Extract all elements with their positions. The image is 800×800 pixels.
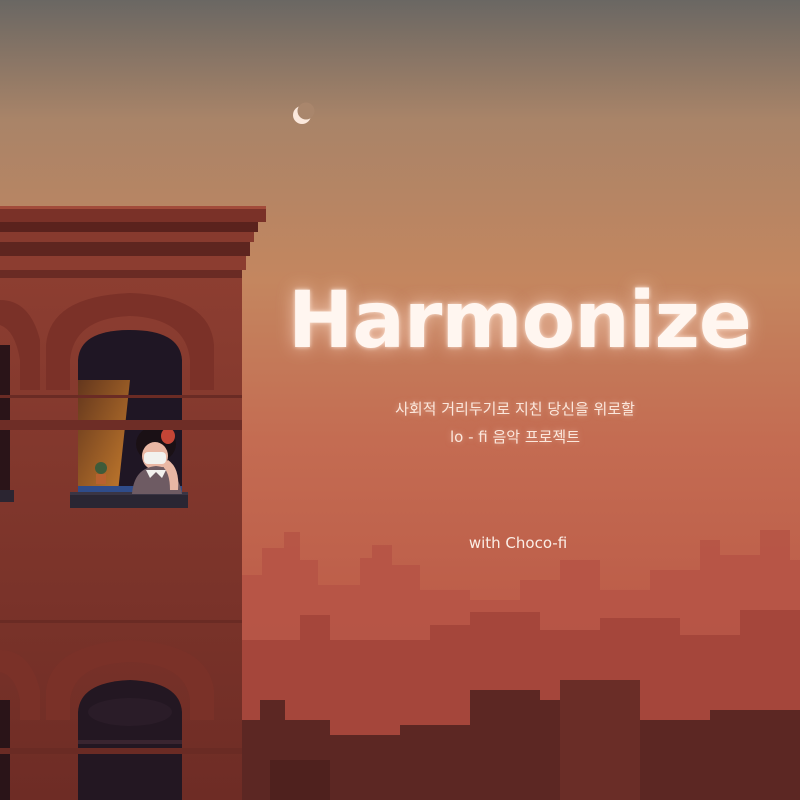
credit-text: with Choco-fi (468, 534, 568, 552)
page-title: Harmonize (288, 276, 752, 366)
brick-building (0, 206, 266, 800)
subtitle-line-2: lo - fi 음악 프로젝트 (449, 428, 581, 446)
subtitle-line-1: 사회적 거리두기로 지친 당신을 위로할 (395, 400, 635, 418)
